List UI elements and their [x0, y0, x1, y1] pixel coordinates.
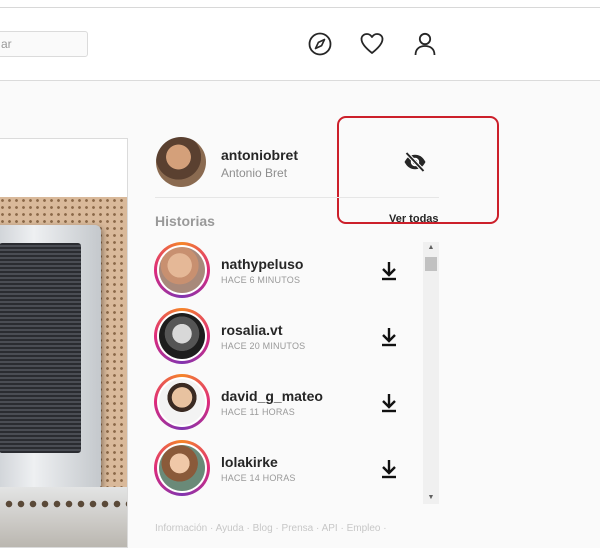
story-item[interactable]: rosalia.vt HACE 20 MINUTOS: [154, 308, 422, 374]
story-username[interactable]: nathypeluso: [221, 256, 303, 272]
profile-avatar[interactable]: [156, 137, 206, 187]
story-ring: [154, 440, 210, 496]
story-ring: [154, 374, 210, 430]
profile-fullname: Antonio Bret: [221, 166, 288, 180]
story-username[interactable]: david_g_mateo: [221, 388, 323, 404]
search-input[interactable]: ar: [0, 31, 88, 57]
amplifier-knobs: [3, 497, 127, 511]
scroll-up-arrow-icon[interactable]: ▲: [423, 242, 439, 254]
window-divider: [0, 7, 600, 8]
see-all-link[interactable]: Ver todas: [389, 213, 439, 225]
section-divider: [155, 197, 439, 198]
profile-username[interactable]: antoniobret: [221, 147, 298, 163]
user-icon[interactable]: [412, 31, 438, 57]
story-username[interactable]: lolakirke: [221, 454, 278, 470]
story-ring: [154, 308, 210, 364]
story-time: HACE 14 HORAS: [221, 473, 296, 483]
amplifier-grille: [0, 243, 81, 453]
post-header: [0, 139, 127, 198]
top-navigation-bar: ar: [0, 0, 600, 81]
story-time: HACE 6 MINUTOS: [221, 275, 301, 285]
footer-links[interactable]: Información · Ayuda · Blog · Prensa · AP…: [155, 523, 387, 534]
story-avatar[interactable]: [159, 313, 205, 359]
stories-scrollbar[interactable]: ▲ ▼: [423, 242, 439, 504]
story-username[interactable]: rosalia.vt: [221, 322, 282, 338]
feed-post: [0, 138, 128, 548]
story-item[interactable]: nathypeluso HACE 6 MINUTOS: [154, 242, 422, 308]
stories-list: nathypeluso HACE 6 MINUTOS rosalia.vt HA…: [154, 242, 439, 504]
heart-icon[interactable]: [359, 31, 385, 57]
scroll-down-arrow-icon[interactable]: ▼: [423, 492, 439, 504]
download-icon[interactable]: [378, 458, 400, 480]
story-time: HACE 20 MINUTOS: [221, 341, 306, 351]
compass-icon[interactable]: [307, 31, 333, 57]
download-icon[interactable]: [378, 392, 400, 414]
highlight-annotation-box: [337, 116, 499, 224]
story-avatar[interactable]: [159, 247, 205, 293]
post-image[interactable]: [0, 197, 127, 547]
download-icon[interactable]: [378, 260, 400, 282]
download-icon[interactable]: [378, 326, 400, 348]
story-time: HACE 11 HORAS: [221, 407, 295, 417]
amplifier-photo: [0, 225, 101, 490]
story-avatar[interactable]: [159, 445, 205, 491]
scrollbar-thumb[interactable]: [425, 257, 437, 271]
story-item[interactable]: david_g_mateo HACE 11 HORAS: [154, 374, 422, 440]
stories-title: Historias: [155, 213, 215, 229]
story-ring: [154, 242, 210, 298]
story-avatar[interactable]: [159, 379, 205, 425]
story-item[interactable]: lolakirke HACE 14 HORAS: [154, 440, 422, 504]
